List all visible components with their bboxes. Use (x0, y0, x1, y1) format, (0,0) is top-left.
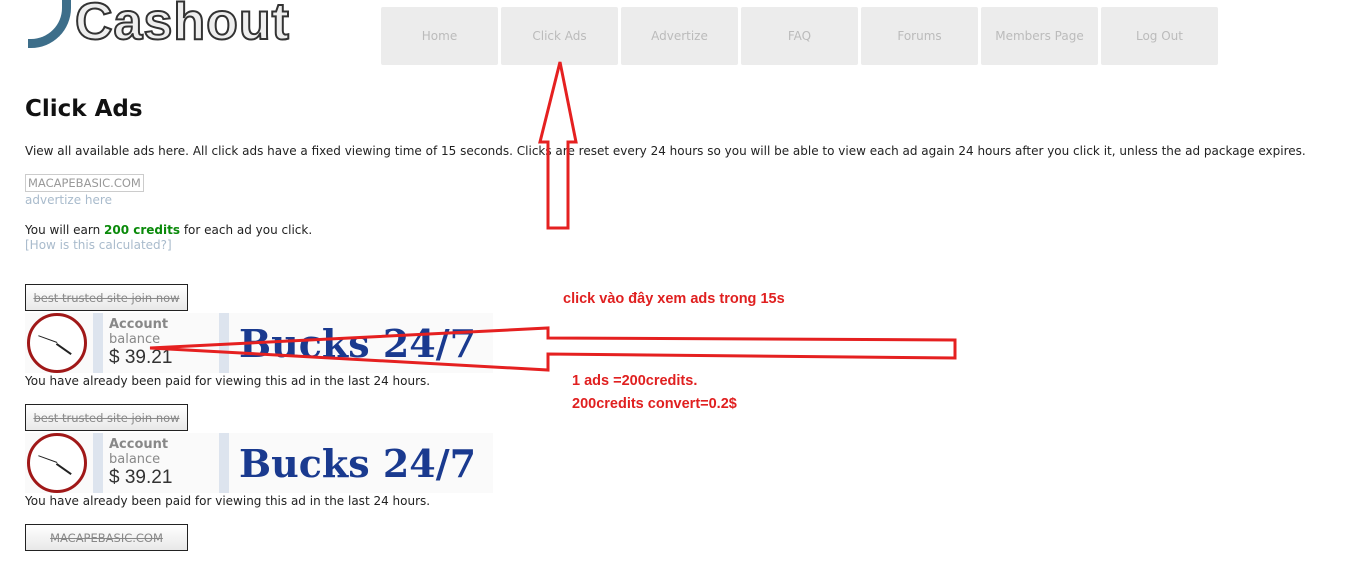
annotation-click-here: click vào đây xem ads trong 15s (563, 291, 785, 307)
annotation-arrows (149, 61, 957, 372)
annotation-line1: 1 ads =200credits. (572, 373, 698, 389)
annotation-line2: 200credits convert=0.2$ (572, 396, 737, 412)
up-arrow-annotation (538, 61, 578, 230)
left-arrow-annotation (149, 326, 957, 372)
